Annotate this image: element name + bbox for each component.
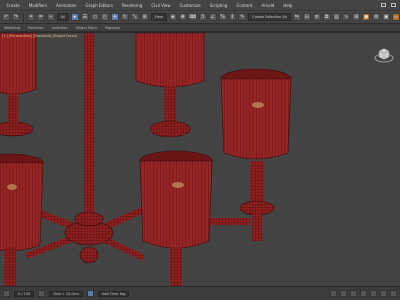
- rectangular-selection-icon[interactable]: ▭: [90, 13, 99, 21]
- menu-customize[interactable]: Customize: [175, 3, 205, 8]
- ribbon-toggle-icon[interactable]: ▤: [332, 13, 341, 21]
- named-selection-dropdown[interactable]: Create Selection Se: [248, 13, 291, 21]
- viewcube-icon[interactable]: [374, 47, 394, 63]
- window-crossing-icon[interactable]: ◰: [100, 13, 109, 21]
- lamp-shade[interactable]: [220, 78, 292, 160]
- lamp-cup[interactable]: [149, 120, 191, 138]
- undo-icon[interactable]: ↶: [2, 13, 10, 21]
- render-setup-icon[interactable]: ⚙: [372, 13, 381, 21]
- chandelier-model[interactable]: [0, 33, 400, 286]
- link-icon[interactable]: ⚭: [26, 13, 35, 21]
- maximize-viewport-icon[interactable]: [390, 290, 397, 297]
- grid-size-readout: Grid = 10.0cm: [49, 290, 83, 297]
- select-by-name-icon[interactable]: ☰: [80, 13, 89, 21]
- reference-coordinate-dropdown[interactable]: View: [150, 13, 167, 21]
- tab-modeling[interactable]: Modeling: [2, 26, 22, 30]
- spinner-snap-icon[interactable]: ⇕: [228, 13, 237, 21]
- menu-content[interactable]: Content: [232, 3, 257, 8]
- candle-bulb: [172, 182, 184, 188]
- frame-counter[interactable]: 0 / 100: [14, 290, 35, 297]
- maxscript-listener-icon[interactable]: [3, 290, 10, 297]
- viewport-label[interactable]: [+] [Perspective] [Standard] [Edged Face…: [2, 34, 77, 38]
- keyboard-shortcut-icon[interactable]: ⌨: [188, 13, 197, 21]
- lock-selection-icon[interactable]: [38, 290, 46, 297]
- rendered-frame-icon[interactable]: ▣: [382, 13, 391, 21]
- chandelier-arm[interactable]: [210, 218, 250, 225]
- redo-icon[interactable]: ↷: [11, 13, 20, 21]
- perspective-viewport[interactable]: [+] [Perspective] [Standard] [Edged Face…: [0, 32, 400, 286]
- angle-snap-icon[interactable]: ∠: [208, 13, 217, 21]
- select-object-icon[interactable]: ▸: [71, 13, 79, 21]
- add-time-tag-button[interactable]: Add Time Tag: [97, 290, 130, 297]
- zoom-icon[interactable]: [330, 290, 337, 297]
- tab-populate[interactable]: Populate: [103, 26, 122, 30]
- select-scale-icon[interactable]: ⤡: [130, 13, 139, 21]
- minimize-icon[interactable]: [381, 3, 386, 7]
- pivot-center-icon[interactable]: ◈: [168, 13, 177, 21]
- mirror-icon[interactable]: ⇋: [292, 13, 301, 21]
- lamp-shade[interactable]: [0, 162, 44, 252]
- chandelier-arm[interactable]: [84, 173, 94, 203]
- layer-explorer-icon[interactable]: ⧉: [322, 13, 331, 21]
- candle-bulb: [7, 184, 17, 190]
- tab-selection[interactable]: Selection: [50, 26, 70, 30]
- tab-object-paint[interactable]: Object Paint: [74, 26, 99, 30]
- scene-explorer-icon[interactable]: ≡: [312, 13, 321, 21]
- select-rotate-icon[interactable]: ↻: [120, 13, 129, 21]
- edit-named-selection-icon[interactable]: ✎: [238, 13, 247, 21]
- menu-graph-editors[interactable]: Graph Editors: [81, 3, 117, 8]
- curve-editor-icon[interactable]: ∿: [342, 13, 351, 21]
- menu-scripting[interactable]: Scripting: [205, 3, 232, 8]
- orbit-icon[interactable]: [380, 290, 387, 297]
- percent-snap-icon[interactable]: %: [218, 13, 227, 21]
- bind-space-warp-icon[interactable]: ≈: [46, 13, 55, 21]
- unlink-icon[interactable]: ⚮: [36, 13, 45, 21]
- lamp-shade[interactable]: [135, 33, 205, 88]
- schematic-view-icon[interactable]: ⊞: [352, 13, 361, 21]
- select-manipulate-icon[interactable]: ✥: [178, 13, 187, 21]
- snaps-toggle-icon[interactable]: 3: [198, 13, 207, 21]
- menu-rendering[interactable]: Rendering: [117, 3, 146, 8]
- tab-freeform[interactable]: Freeform: [26, 26, 46, 30]
- menu-civil-view[interactable]: Civil View: [147, 3, 175, 8]
- time-tag-icon[interactable]: [86, 290, 94, 297]
- candle-bulb: [252, 102, 264, 108]
- lamp-stem[interactable]: [8, 93, 18, 127]
- select-place-icon[interactable]: ⊕: [140, 13, 149, 21]
- ribbon-tabs: Modeling Freeform Selection Object Paint…: [0, 24, 400, 32]
- align-icon[interactable]: ⊟: [302, 13, 311, 21]
- window-controls: [381, 3, 400, 7]
- lamp-stem[interactable]: [252, 213, 262, 241]
- menu-arnold[interactable]: Arnold: [257, 3, 279, 8]
- lamp-stem[interactable]: [4, 247, 16, 286]
- central-hub-top[interactable]: [74, 211, 104, 227]
- central-finial[interactable]: [79, 246, 99, 264]
- lamp-shade[interactable]: [0, 33, 37, 95]
- toolbar-divider: [22, 12, 24, 22]
- pan-view-icon[interactable]: [370, 290, 377, 297]
- select-move-icon[interactable]: ✛: [110, 13, 119, 21]
- viewport-navigation: [330, 290, 400, 297]
- lamp-cup[interactable]: [239, 200, 275, 216]
- maximize-icon[interactable]: [391, 3, 396, 7]
- menu-help[interactable]: Help: [279, 3, 297, 8]
- selection-filter-dropdown[interactable]: All: [56, 13, 70, 21]
- status-bar: 0 / 100 Grid = 10.0cm Add Time Tag: [0, 286, 400, 300]
- field-of-view-icon[interactable]: [360, 290, 367, 297]
- menu-bar: Create Modifiers Animation Graph Editors…: [0, 0, 400, 10]
- zoom-extents-icon[interactable]: [350, 290, 357, 297]
- lamp-stem[interactable]: [170, 247, 182, 286]
- material-editor-icon[interactable]: ●: [362, 13, 371, 21]
- menu-create[interactable]: Create: [2, 3, 24, 8]
- zoom-all-icon[interactable]: [340, 290, 347, 297]
- main-toolbar: ↶ ↷ ⚭ ⚮ ≈ All ▸ ☰ ▭ ◰ ✛ ↻ ⤡ ⊕ View ◈ ✥ ⌨…: [0, 10, 400, 24]
- menu-animation[interactable]: Animation: [52, 3, 81, 8]
- lamp-shade[interactable]: [139, 160, 213, 249]
- lamp-stem[interactable]: [164, 85, 176, 123]
- menu-modifiers[interactable]: Modifiers: [24, 3, 51, 8]
- render-production-icon[interactable]: ☕: [392, 13, 400, 21]
